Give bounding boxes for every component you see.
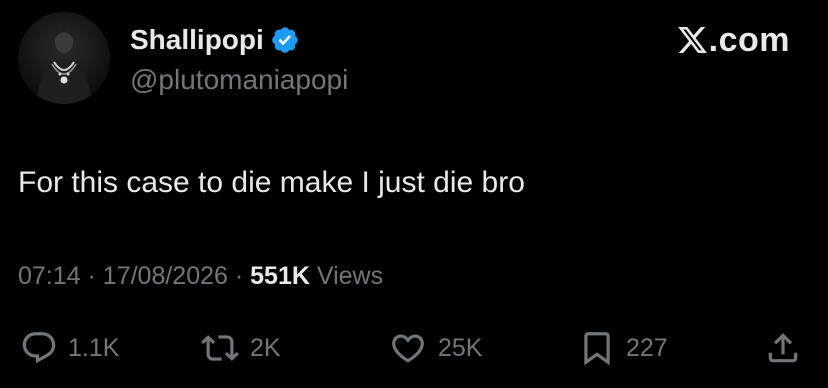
heart-icon [392, 334, 424, 363]
reply-icon [22, 332, 56, 364]
author-handle[interactable]: @plutomaniapopi [130, 62, 348, 98]
repost-button[interactable]: 2K [200, 326, 281, 370]
share-icon [768, 333, 798, 363]
author-name-row: Shallipopi [130, 22, 300, 58]
tweet-date[interactable]: 17/08/2026 [103, 262, 228, 290]
repost-icon [201, 335, 239, 361]
avatar[interactable] [18, 12, 110, 104]
bookmark-count: 227 [626, 334, 668, 362]
meta-separator: · [87, 262, 96, 290]
author-display-name[interactable]: Shallipopi [130, 22, 264, 58]
tweet-time[interactable]: 07:14 [18, 262, 81, 290]
bookmark-button[interactable]: 227 [578, 326, 668, 370]
brand-logo: .com [676, 20, 790, 60]
verified-badge-icon [270, 25, 300, 55]
repost-count: 2K [250, 334, 281, 362]
tweet-action-bar: 1.1K 2K 25K 227 [0, 326, 828, 370]
brand-domain-text: .com [708, 21, 790, 59]
like-button[interactable]: 25K [388, 326, 482, 370]
meta-separator: · [234, 262, 244, 290]
views-count: 551K [250, 262, 310, 290]
x-logo-icon [676, 24, 709, 56]
like-count: 25K [438, 334, 483, 362]
reply-count: 1.1K [68, 334, 120, 362]
tweet-meta: 07:14 · 17/08/2026 · 551K Views [18, 258, 383, 294]
views-label: Views [316, 262, 384, 290]
reply-button[interactable]: 1.1K [20, 326, 119, 370]
tweet-text: For this case to die make I just die bro [18, 166, 525, 199]
bookmark-icon [584, 332, 610, 366]
share-button[interactable] [764, 326, 802, 370]
profile-photo [18, 12, 110, 104]
